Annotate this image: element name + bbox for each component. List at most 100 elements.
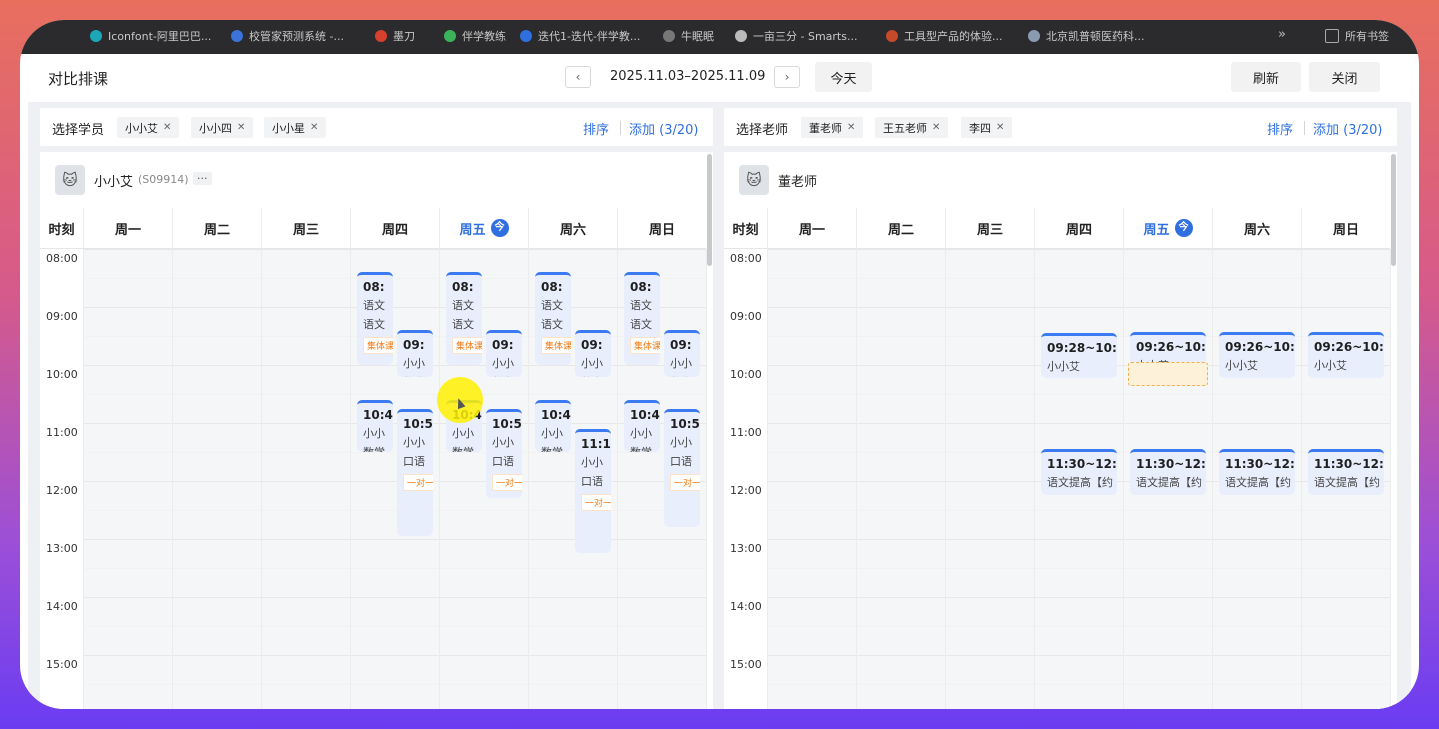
bookmark-label: 一亩三分 - Smarts... <box>753 30 858 43</box>
close-icon[interactable]: ✕ <box>996 122 1004 133</box>
close-icon[interactable]: ✕ <box>237 122 245 133</box>
schedule-event[interactable]: 08: 语文 语文 集体课 <box>535 272 571 365</box>
bookmark-label: 北京凯普顿医药科... <box>1046 30 1145 43</box>
divider <box>620 121 621 135</box>
hour-label: 10:00 <box>730 368 762 381</box>
schedule-event[interactable]: 10:5 小小 口语 一对一 <box>486 408 522 499</box>
event-text: 数学 <box>486 371 522 377</box>
teacher-select-bar: 选择老师 董老师 ✕ 王五老师 ✕ 李四 ✕ 排序 添加 (3/20) <box>724 108 1397 146</box>
event-text: 语文提高 <box>1308 490 1384 496</box>
event-text: 语文提高 <box>1219 490 1295 496</box>
bookmarks-bar: Iconfont-阿里巴巴... 校管家预测系统 -... 墨刀 伴学教练 迭代1-迭代… <box>20 20 1419 54</box>
sort-students-link[interactable]: 排序 <box>583 119 609 138</box>
schedule-event[interactable]: 09:26~10: 小小艾数学1对1 <box>1308 331 1384 378</box>
half-hour-line <box>767 568 1390 569</box>
event-type-tag: 一对一 <box>403 473 433 491</box>
close-icon[interactable]: ✕ <box>932 122 940 133</box>
schedule-event[interactable]: 09:28~10: 小小艾数学1对1 <box>1041 333 1117 378</box>
schedule-event[interactable]: 11:1 小小 口语 一对一 <box>575 428 611 554</box>
day-label: 周四 <box>1065 222 1092 238</box>
close-icon[interactable]: ✕ <box>163 122 171 133</box>
vertical-scrollbar[interactable] <box>1391 154 1396 266</box>
schedule-event[interactable]: 11:30~12:3 语文提高【约语文提高 <box>1308 449 1384 496</box>
event-text: 口语 <box>403 454 425 468</box>
half-hour-line <box>83 336 706 337</box>
bookmark-item[interactable]: 一亩三分 - Smarts... <box>735 28 857 44</box>
bookmark-label: 墨刀 <box>393 30 415 43</box>
hour-line <box>767 423 1390 424</box>
hour-label: 15:00 <box>46 658 78 671</box>
day-label: 周二 <box>887 222 914 238</box>
chip-label: 董老师 <box>809 121 842 135</box>
column-divider <box>439 249 440 709</box>
column-divider <box>945 249 946 709</box>
event-text: 数学 <box>624 441 660 452</box>
schedule-event[interactable]: 11:30~12:3 语文提高【约语文提高 <box>1130 449 1206 496</box>
bookmark-item[interactable]: 工具型产品的体验... <box>886 28 1003 44</box>
event-text: 小小 <box>670 435 692 449</box>
next-week-button[interactable]: › <box>774 66 800 88</box>
refresh-button[interactable]: 刷新 <box>1231 62 1301 92</box>
sort-teachers-link[interactable]: 排序 <box>1267 119 1293 138</box>
bookmark-item[interactable]: Iconfont-阿里巴巴... <box>90 28 211 44</box>
selected-chip: 小小艾 ✕ <box>117 117 180 138</box>
close-icon[interactable]: ✕ <box>310 122 318 133</box>
schedule-event[interactable]: 09: 小小数学 <box>486 330 522 377</box>
vertical-scrollbar[interactable] <box>707 154 712 266</box>
book-icon <box>886 30 898 42</box>
hour-label: 12:00 <box>46 484 78 497</box>
event-text: 语文 <box>452 318 474 332</box>
schedule-event[interactable]: 11:30~12:3 语文提高【约语文提高 <box>1219 449 1295 496</box>
day-label: 周五 <box>459 222 486 238</box>
schedule-event[interactable]: 10:5 小小 口语 一对一 <box>397 408 433 537</box>
selected-chip: 小小星 ✕ <box>264 117 327 138</box>
schedule-event[interactable]: 09: 小小数学 <box>664 330 700 377</box>
more-options-button[interactable]: ··· <box>193 172 212 185</box>
half-hour-line <box>767 626 1390 627</box>
schedule-event[interactable]: 08: 语文 语文 集体课 <box>446 272 482 365</box>
today-button[interactable]: 今天 <box>815 62 872 92</box>
selected-chip: 李四 ✕ <box>961 117 1013 138</box>
schedule-event[interactable]: 08: 语文 语文 集体课 <box>624 272 660 365</box>
hour-line <box>767 539 1390 540</box>
schedule-event[interactable]: 09:26~10: 小小艾数学1对1 <box>1219 331 1295 378</box>
event-text: 小小 <box>492 435 514 449</box>
student-name: 小小艾 <box>94 175 134 190</box>
prev-week-button[interactable]: ‹ <box>565 66 591 88</box>
schedule-event[interactable]: 08: 语文 语文 集体课 <box>357 272 393 365</box>
bookmark-item[interactable]: 伴学教练 <box>444 28 506 44</box>
close-button[interactable]: 关闭 <box>1309 62 1380 92</box>
schedule-event[interactable]: 10:4 小小数学 <box>624 399 660 452</box>
event-time: 11:30~12:3 <box>1047 457 1117 472</box>
day-column <box>261 249 350 709</box>
bookmark-item[interactable]: 牛眠眠 <box>663 28 714 44</box>
day-label: 周日 <box>648 222 675 238</box>
bookmark-item[interactable]: 校管家预测系统 -... <box>231 28 344 44</box>
half-hour-line <box>767 684 1390 685</box>
schedule-event[interactable]: 10:4 小小数学 <box>357 399 393 452</box>
close-icon[interactable]: ✕ <box>847 122 855 133</box>
schedule-event[interactable]: 11:30~12:3 语文提高【约语文提高 <box>1041 449 1117 496</box>
event-text: 小小 <box>630 426 652 440</box>
schedule-event[interactable]: 09: 小小数学 <box>397 330 433 377</box>
schedule-event[interactable]: 10:4 小小数学 <box>535 399 571 452</box>
day-label: 周六 <box>559 222 586 238</box>
add-teacher-link[interactable]: 添加 (3/20) <box>1313 119 1382 138</box>
bookmark-item[interactable]: 墨刀 <box>375 28 415 44</box>
all-bookmarks-folder[interactable]: 所有书签 <box>1325 28 1389 44</box>
student-calendar-grid: 时刻 周一 周二 周三 周四 周五今 周六 周日 08:00 09:00 10:00 11:00 12:… <box>40 208 707 709</box>
event-time: 11:30~12:3 <box>1136 457 1206 472</box>
schedule-event[interactable]: 10:5 小小 口语 一对一 <box>664 408 700 528</box>
bookmark-item[interactable]: 北京凯普顿医药科... <box>1028 28 1145 44</box>
add-student-link[interactable]: 添加 (3/20) <box>629 119 698 138</box>
day-header: 周五今 <box>439 208 528 249</box>
bookmarks-overflow-button[interactable]: » <box>1278 27 1286 42</box>
chevron-right-icon: › <box>784 70 790 84</box>
day-header: 周日 <box>1301 208 1390 249</box>
event-time: 09:26~10: <box>1225 339 1295 354</box>
schedule-event[interactable]: 09: 小小数学 <box>575 330 611 377</box>
selected-chip: 小小四 ✕ <box>191 117 254 138</box>
bookmark-item[interactable]: 迭代1-迭代-伴学教... <box>520 28 640 44</box>
hour-label: 14:00 <box>730 600 762 613</box>
globe-icon <box>231 30 243 42</box>
